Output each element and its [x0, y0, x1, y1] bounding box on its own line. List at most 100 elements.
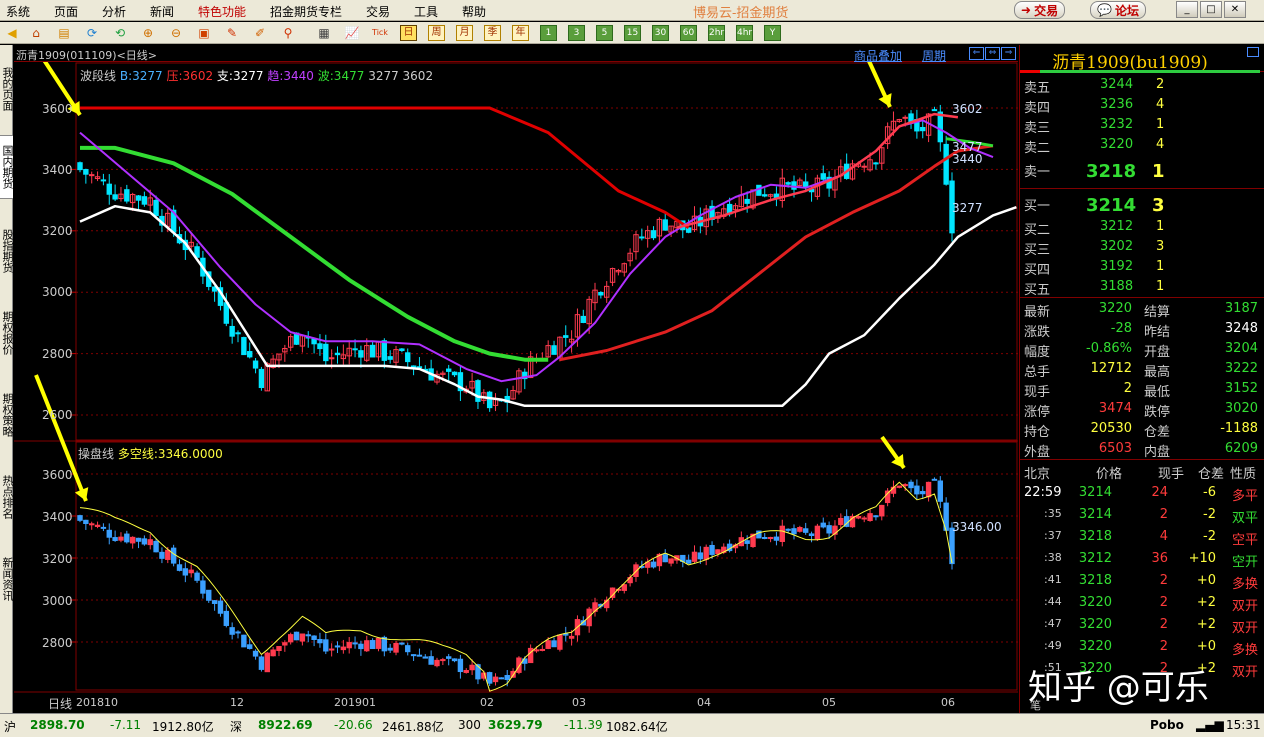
sub-candle-body: [902, 484, 908, 487]
trade-button[interactable]: ➜ 交易: [1014, 1, 1066, 19]
maximize-button[interactable]: □: [1200, 1, 1222, 18]
period-30min[interactable]: 30: [652, 25, 669, 41]
tab-my-page[interactable]: 我的页面: [0, 53, 14, 125]
bid-row: 买四 3192 1: [1020, 257, 1264, 278]
chart-icon[interactable]: 📈: [344, 25, 360, 41]
stat-value: 3152: [1224, 381, 1258, 396]
menu-news[interactable]: 新闻: [150, 3, 174, 20]
period-2hr[interactable]: 2hr: [708, 25, 725, 41]
tab-domestic-futures[interactable]: 国内期货: [0, 135, 14, 199]
tab-news[interactable]: 新闻资讯: [0, 547, 14, 611]
bid-price[interactable]: 3212: [1100, 219, 1133, 234]
menu-tools[interactable]: 工具: [414, 3, 438, 20]
period-y[interactable]: Y: [764, 25, 781, 41]
tick-price: 3218: [1078, 529, 1112, 544]
menu-page[interactable]: 页面: [54, 3, 78, 20]
table-icon[interactable]: ▦: [316, 25, 332, 41]
next-button[interactable]: ⇔: [985, 47, 1000, 60]
tab-hot-ranking[interactable]: 热点排名: [0, 465, 14, 529]
minimize-button[interactable]: _: [1176, 1, 1198, 18]
period-day[interactable]: 日: [400, 25, 417, 41]
refresh2-icon[interactable]: ⟲: [112, 25, 128, 41]
b-value: B:3277: [119, 69, 163, 83]
menu-special[interactable]: 特色功能: [198, 3, 246, 20]
pin-icon[interactable]: ⚲: [280, 25, 296, 41]
period-month[interactable]: 月: [456, 25, 473, 41]
sub-candle-body: [375, 637, 382, 649]
menu-help[interactable]: 帮助: [462, 3, 486, 20]
ask-price[interactable]: 3232: [1100, 117, 1133, 132]
bid-price[interactable]: 3192: [1100, 259, 1133, 274]
cycle-link[interactable]: 周期: [922, 47, 946, 64]
sub-candle-body: [568, 635, 575, 639]
period-1min[interactable]: 1: [540, 25, 557, 41]
yaxis-main-3600: 3600: [42, 102, 73, 116]
zoom-out-icon[interactable]: ⊖: [168, 25, 184, 41]
indicator-name: 波段线: [80, 69, 117, 83]
tab-option-quote[interactable]: 期权报价: [0, 301, 14, 365]
period-season[interactable]: 季: [484, 25, 501, 41]
pencil-icon[interactable]: ✎: [224, 25, 240, 41]
bid-price[interactable]: 3188: [1100, 279, 1133, 294]
zoom-in-icon[interactable]: ⊕: [140, 25, 156, 41]
sub-candle-body: [188, 569, 194, 574]
forum-button[interactable]: 💬 论坛: [1090, 1, 1146, 19]
window-icon[interactable]: ▣: [196, 25, 212, 41]
ask-volume: 2: [1156, 77, 1165, 92]
ask-price[interactable]: 3218: [1086, 161, 1136, 182]
home-icon[interactable]: ⌂: [28, 25, 44, 41]
sub-candle-body: [77, 515, 83, 521]
kline-chart[interactable]: [14, 45, 1018, 713]
tick-vol: 2: [1159, 595, 1168, 610]
bid-price[interactable]: 3214: [1086, 195, 1136, 216]
sub-candle-body: [808, 533, 815, 536]
ask-price[interactable]: 3220: [1100, 137, 1133, 152]
tab-index-futures[interactable]: 股指期货: [0, 219, 14, 283]
candle-body: [762, 194, 768, 197]
xaxis-period: 日线: [48, 697, 73, 711]
ask-price[interactable]: 3244: [1100, 77, 1133, 92]
prev-button[interactable]: ⇐: [969, 47, 984, 60]
expand-button[interactable]: ⇒: [1001, 47, 1016, 60]
refresh-icon[interactable]: ⟳: [84, 25, 100, 41]
back-icon[interactable]: ◀: [4, 25, 20, 41]
sub-candle-body: [826, 525, 832, 534]
menu-analysis[interactable]: 分析: [102, 3, 126, 20]
period-week[interactable]: 周: [428, 25, 445, 41]
stat-row: 现手 2 最低 3152: [1020, 379, 1264, 400]
sub-candle-body: [264, 652, 270, 673]
sub-candle-body: [762, 537, 768, 540]
period-year[interactable]: 年: [512, 25, 529, 41]
trend-value: 趋:3440: [267, 69, 314, 83]
book-icon[interactable]: ▤: [56, 25, 72, 41]
period-5min[interactable]: 5: [596, 25, 613, 41]
period-4hr[interactable]: 4hr: [736, 25, 753, 41]
menu-system[interactable]: 系统: [6, 3, 30, 20]
ask-price[interactable]: 3236: [1100, 97, 1133, 112]
panel-toggle-icon[interactable]: [1247, 47, 1259, 57]
candle-body: [943, 143, 949, 185]
period-3min[interactable]: 3: [568, 25, 585, 41]
ask-label: 卖二: [1024, 141, 1051, 156]
tab-option-strategy[interactable]: 期权策略: [0, 383, 14, 447]
bid-price[interactable]: 3202: [1100, 239, 1133, 254]
sub-candle-body: [211, 600, 218, 604]
overlay-link[interactable]: 商品叠加: [854, 47, 902, 64]
sub-candle-body: [709, 544, 715, 555]
chart-area[interactable]: 沥青1909(011109)<日线> 商品叠加 周期 ⇐ ⇔ ⇒ 波段线 B:3…: [14, 45, 1018, 713]
sub-candle-body: [920, 491, 926, 495]
period-15min[interactable]: 15: [624, 25, 641, 41]
left-tabs: 我的页面 国内期货 股指期货 期权报价 期权策略 热点排名 新闻资讯: [0, 45, 14, 713]
brush-icon[interactable]: ✐: [252, 25, 268, 41]
menu-column[interactable]: 招金期货专栏: [270, 3, 342, 20]
bid-label: 买一: [1024, 199, 1051, 214]
menu-trade[interactable]: 交易: [366, 3, 390, 20]
bid-row: 买二 3212 1: [1020, 217, 1264, 238]
period-60min[interactable]: 60: [680, 25, 697, 41]
close-button[interactable]: ✕: [1224, 1, 1246, 18]
candle-body: [650, 230, 657, 239]
bid-row: 买五 3188 1: [1020, 277, 1264, 298]
tick-price: 3220: [1078, 639, 1112, 654]
tick-icon[interactable]: Tick: [372, 25, 388, 41]
sub-candle-body: [165, 549, 171, 560]
